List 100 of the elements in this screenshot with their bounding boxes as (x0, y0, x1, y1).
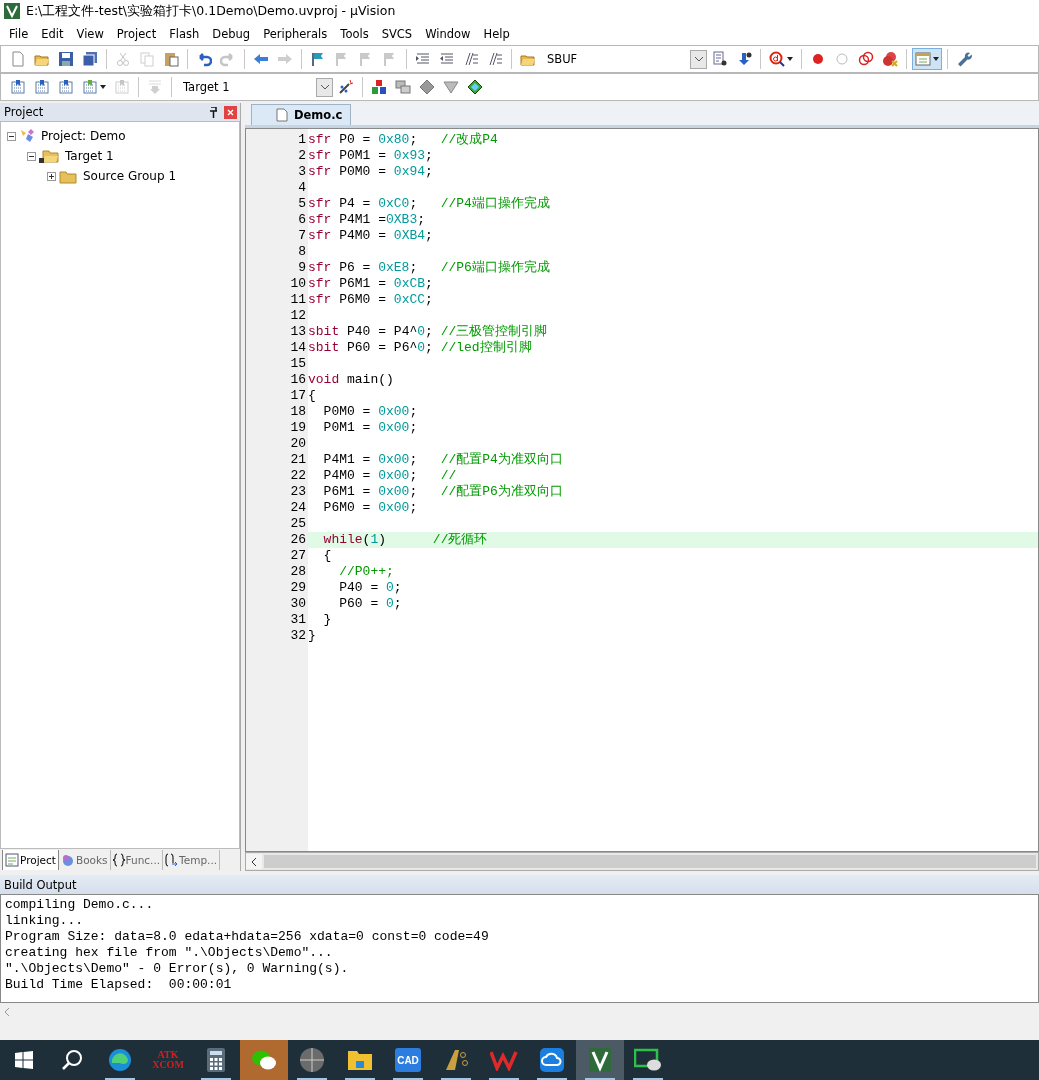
copy-icon (139, 51, 155, 67)
calculator-icon (206, 1047, 226, 1073)
tree-expander[interactable] (7, 131, 16, 141)
stop-build-icon (114, 79, 130, 95)
code-line: sfr P0M0 = 0x94; (308, 164, 434, 180)
line-number: 3 (298, 164, 307, 180)
line-number: 14 (290, 340, 307, 356)
folder-icon (347, 1048, 373, 1072)
line-number: 24 (290, 500, 307, 516)
windows-logo-icon (15, 1051, 33, 1069)
close-button[interactable] (224, 105, 237, 119)
line-number: 4 (298, 180, 307, 196)
code-line: sfr P6M0 = 0xCC; (308, 292, 434, 308)
document-icon (276, 108, 288, 122)
code-line: void main() (308, 372, 395, 388)
app-logo: CAD (395, 1048, 421, 1072)
load-icon (147, 79, 163, 95)
window-title: E:\工程文件-test\实验箱打卡\0.1Demo\Demo.uvproj - µVision (26, 2, 396, 20)
debug-magnifier-icon (769, 51, 785, 67)
tree-item[interactable]: Project: Demo (41, 129, 126, 143)
scroll-left-button[interactable] (246, 854, 262, 869)
panel-tab[interactable]: Temp... (163, 850, 221, 870)
project-window-icon (5, 853, 19, 867)
line-number: 5 (298, 196, 307, 212)
code-line: P0M1 = 0x00; (322, 420, 419, 436)
output-line: linking... (5, 913, 84, 929)
translate-icon (10, 79, 26, 95)
menu-item[interactable]: Help (476, 26, 516, 41)
menu-item[interactable]: Project (109, 26, 163, 41)
pack-icon (467, 79, 483, 95)
panel-tab[interactable]: Books (58, 850, 111, 870)
menu-item[interactable]: File (2, 26, 35, 41)
line-number: 9 (298, 260, 307, 276)
menu-item[interactable]: Window (418, 26, 477, 41)
line-number: 7 (298, 228, 307, 244)
breakpoint-icon (810, 51, 826, 67)
line-number: 16 (290, 372, 307, 388)
search-icon (60, 1048, 84, 1072)
line-number: 2 (298, 148, 307, 164)
output-line: compiling Demo.c... (5, 897, 155, 913)
caret-icon (787, 57, 793, 61)
panel-tab[interactable]: Func... (110, 850, 164, 870)
menu-item[interactable]: SVCS (374, 26, 419, 41)
window-layout-icon (915, 51, 931, 67)
line-number: 15 (290, 356, 307, 372)
menu-item[interactable]: View (69, 26, 110, 41)
code-line: sfr P0M1 = 0x93; (308, 148, 434, 164)
output-line: ".\Objects\Demo" - 0 Error(s), 0 Warning(s). (5, 961, 350, 977)
output-line: creating hex file from ".\Objects\Demo"... (5, 945, 334, 961)
browser-icon (107, 1047, 133, 1073)
line-number: 20 (290, 436, 307, 452)
uncomment-lines-icon (487, 51, 503, 67)
new-file-icon (10, 51, 26, 67)
funnel-icon (443, 79, 459, 95)
code-line: P4M1 = 0x00; //配置P4为准双向口 (322, 452, 564, 468)
build-icon (34, 79, 50, 95)
code-line: } (308, 628, 317, 644)
line-number: 10 (290, 276, 307, 292)
save-icon (58, 51, 74, 67)
line-number: 6 (298, 212, 307, 228)
w-logo-icon (490, 1049, 518, 1071)
books-icon (60, 853, 75, 867)
caret-icon (100, 85, 106, 89)
app-logo-icon (4, 3, 20, 19)
menu-item[interactable]: Tools (333, 26, 375, 41)
find-document-icon (712, 51, 728, 67)
app-logo: ATK XCOM (152, 1050, 184, 1070)
code-line: { (308, 388, 317, 404)
code-line: sfr P6 = 0xE8; //P6端口操作完成 (308, 260, 551, 276)
line-number: 27 (290, 548, 307, 564)
menu-item[interactable]: Flash (162, 26, 206, 41)
letter-a-icon (443, 1047, 469, 1073)
line-number: 31 (290, 612, 307, 628)
tree-expander[interactable] (47, 171, 56, 181)
panel-tab[interactable]: Project (2, 850, 59, 870)
taskbar-app[interactable]: CAD (384, 1040, 432, 1080)
folder-icon (59, 168, 77, 184)
magic-wand-icon (338, 79, 354, 95)
chevron-down-icon (320, 84, 329, 90)
line-number: 12 (290, 308, 307, 324)
taskbar-app[interactable] (576, 1040, 624, 1080)
horizontal-scrollbar[interactable] (245, 852, 1039, 871)
paste-icon (163, 51, 179, 67)
menu-item[interactable]: Debug (205, 26, 257, 41)
menu-item[interactable]: Peripherals (256, 26, 334, 41)
save-all-icon (82, 51, 98, 67)
tree-expander[interactable] (27, 151, 36, 161)
line-number: 1 (298, 132, 307, 148)
code-line: } (322, 612, 333, 628)
forward-arrow-icon (277, 51, 293, 67)
tree-item[interactable]: Source Group 1 (83, 169, 176, 183)
caret-icon (933, 57, 939, 61)
line-number: 25 (290, 516, 307, 532)
pin-icon[interactable] (209, 106, 218, 118)
breakpoint-rings-icon (858, 51, 874, 67)
file-tab[interactable]: Demo.c (251, 104, 352, 125)
menu-item[interactable]: Edit (34, 26, 70, 41)
line-number: 29 (290, 580, 307, 596)
code-line: P6M0 = 0x00; (322, 500, 419, 516)
tree-item[interactable]: Target 1 (65, 149, 114, 163)
